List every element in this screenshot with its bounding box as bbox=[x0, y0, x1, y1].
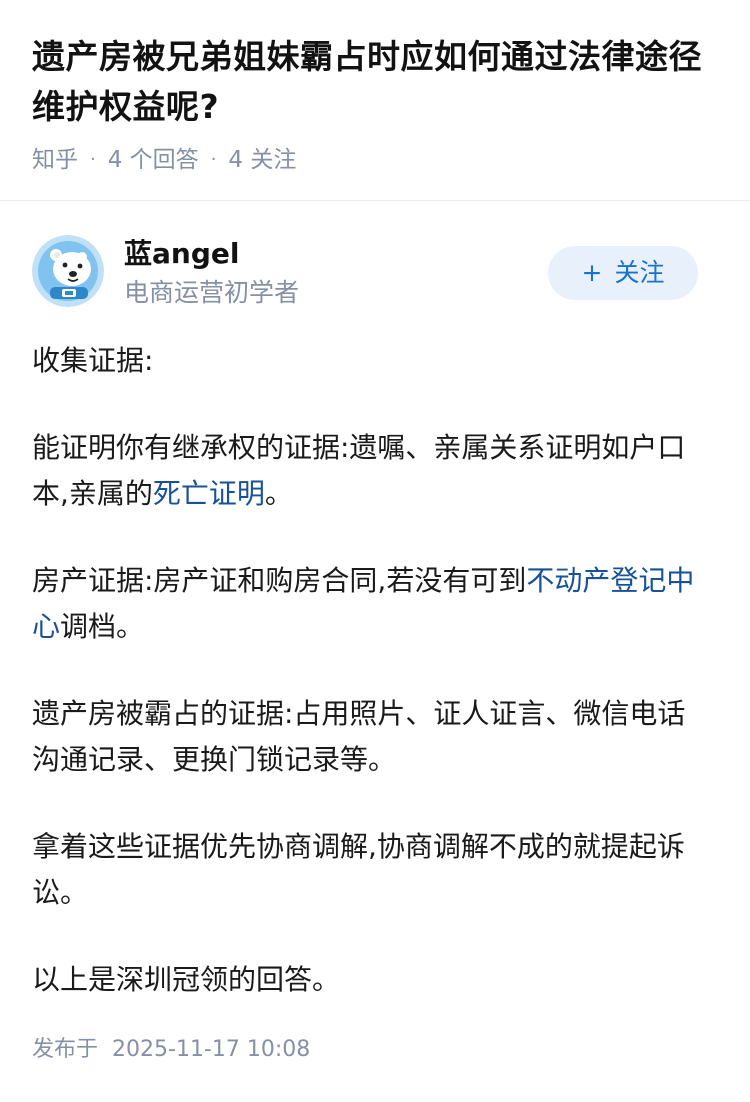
paragraph-text: 调档。 bbox=[60, 610, 145, 643]
meta-separator: · bbox=[90, 149, 96, 170]
follow-button[interactable]: + 关注 bbox=[548, 246, 698, 300]
plus-icon: + bbox=[581, 258, 603, 287]
paragraph-text: 房产证据:房产证和购房合同,若没有可到 bbox=[32, 564, 527, 597]
answer-count[interactable]: 4 个回答 bbox=[108, 142, 199, 178]
answer-paragraph: 拿着这些证据优先协商调解,协商调解不成的就提起诉讼。 bbox=[32, 830, 685, 909]
answer-paragraph: 收集证据: bbox=[32, 344, 154, 377]
paragraph-text: 。 bbox=[264, 477, 293, 510]
death-certificate-link[interactable]: 死亡证明 bbox=[153, 477, 265, 510]
follow-count: 4 关注 bbox=[228, 147, 297, 173]
section-divider bbox=[0, 200, 750, 201]
answer-content: 收集证据: 能证明你有继承权的证据:遗嘱、亲属关系证明如户口本,亲属的死亡证明。… bbox=[32, 338, 708, 1044]
meta-separator: · bbox=[210, 149, 217, 170]
follow-button-label: 关注 bbox=[614, 258, 665, 287]
author-row: 蓝angel 电商运营初学者 + 关注 bbox=[32, 235, 718, 309]
publish-date: 2025-11-17 10:08 bbox=[112, 1037, 311, 1062]
polar-bear-avatar-icon bbox=[32, 235, 104, 307]
answer-paragraph: 遗产房被霸占的证据:占用照片、证人证言、微信电话沟通记录、更换门锁记录等。 bbox=[32, 697, 686, 776]
publish-label: 发布于 bbox=[32, 1037, 99, 1062]
answer-paragraph: 能证明你有继承权的证据:遗嘱、亲属关系证明如户口本,亲属的死亡证明。 bbox=[32, 425, 708, 517]
paragraph-text: 能证明你有继承权的证据:遗嘱、亲属关系证明如户口本,亲属的 bbox=[32, 431, 686, 510]
source-label[interactable]: 知乎 bbox=[32, 142, 78, 178]
question-title[interactable]: 遗产房被兄弟姐妹霸占时应如何通过法律途径维护权益呢? bbox=[32, 32, 722, 132]
question-meta: 知乎 · 4 个回答 · 4 关注 bbox=[32, 142, 722, 178]
publish-info: 发布于 2025-11-17 10:08 bbox=[32, 1032, 310, 1068]
question-header: 遗产房被兄弟姐妹霸占时应如何通过法律途径维护权益呢? 知乎 · 4 个回答 · … bbox=[32, 32, 722, 178]
answer-paragraph: 以上是深圳冠领的回答。 bbox=[32, 963, 341, 996]
author-name[interactable]: 蓝angel bbox=[124, 235, 239, 273]
answer-paragraph: 房产证据:房产证和购房合同,若没有可到不动产登记中心调档。 bbox=[32, 558, 708, 650]
author-description: 电商运营初学者 bbox=[124, 278, 300, 307]
avatar[interactable] bbox=[32, 235, 104, 307]
